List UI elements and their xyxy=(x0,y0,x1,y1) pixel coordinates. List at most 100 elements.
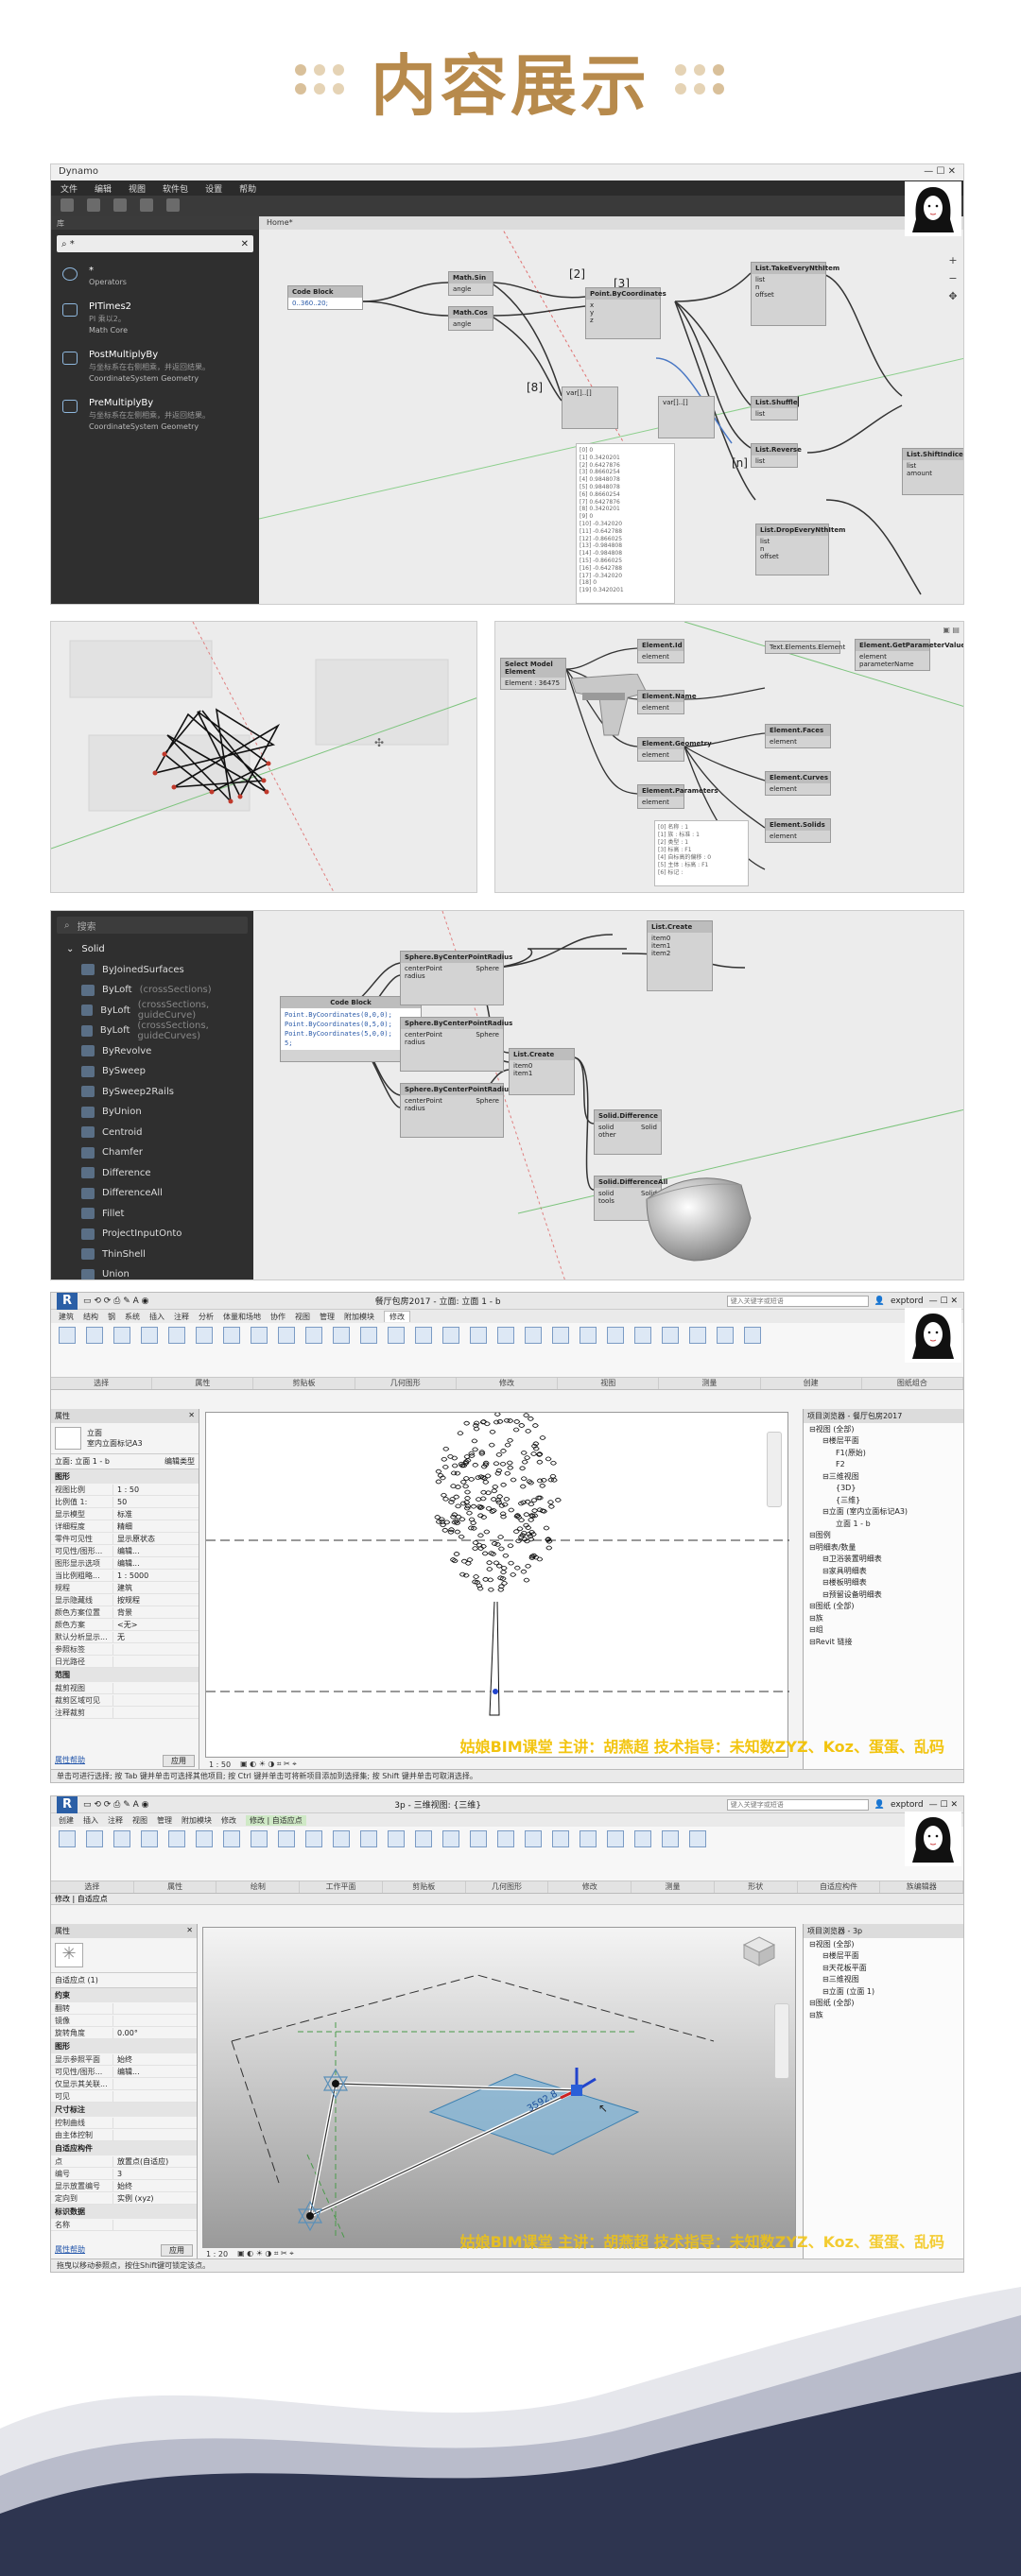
ribbon-tool-button[interactable] xyxy=(521,1327,545,1359)
library-tree-item[interactable]: ByRevolve xyxy=(51,1041,253,1062)
ribbon-tab[interactable]: 注释 xyxy=(174,1312,189,1322)
property-value[interactable]: 始终 xyxy=(113,2054,132,2065)
ribbon-tool-button[interactable] xyxy=(548,1830,573,1863)
expand-icon[interactable]: ⊟ xyxy=(822,1964,829,1972)
list-create-node[interactable]: List.Create item0 item1 xyxy=(509,1048,575,1095)
ribbon-tab[interactable]: 插入 xyxy=(83,1815,98,1826)
browser-item[interactable]: ⊟ 族 xyxy=(804,2009,963,2021)
ribbon-tab[interactable]: 分析 xyxy=(199,1312,214,1322)
window-controls[interactable]: — ☐ ✕ xyxy=(924,166,956,179)
open-file-icon[interactable] xyxy=(87,198,100,212)
sphere-node[interactable]: Sphere.ByCenterPointRadius centerPoint S… xyxy=(400,1083,512,1138)
ribbon-tab[interactable]: 创建 xyxy=(59,1815,74,1826)
pan-icon[interactable]: ✥ xyxy=(948,290,957,302)
ribbon-tool-button[interactable] xyxy=(302,1830,326,1863)
close-icon[interactable]: ✕ xyxy=(188,1411,195,1421)
list-take-every-node[interactable]: List.TakeEveryNthItem list n offset xyxy=(751,262,839,326)
expand-icon[interactable]: ⊟ xyxy=(809,1602,816,1610)
property-value[interactable]: 按规程 xyxy=(113,1595,140,1606)
ribbon-tool-button[interactable] xyxy=(466,1830,491,1863)
element-name-node[interactable]: Element.Name element xyxy=(637,690,697,714)
expand-icon[interactable]: ⊟ xyxy=(822,1567,829,1575)
property-row[interactable]: 颜色方案位置 背景 xyxy=(51,1606,199,1619)
property-row[interactable]: 显示放置编号 始终 xyxy=(51,2180,197,2192)
browser-item[interactable]: F2 xyxy=(804,1459,963,1471)
new-file-icon[interactable] xyxy=(61,198,74,212)
canvas-nav-controls[interactable]: ▣ ▤ xyxy=(943,626,960,634)
ribbon-tab[interactable]: 修改 | 自适应点 xyxy=(246,1814,306,1826)
ribbon-tool-button[interactable] xyxy=(302,1327,326,1359)
expand-icon[interactable]: ⊟ xyxy=(822,1507,829,1516)
code-block-node[interactable]: Code Block 0..360..20; xyxy=(287,285,363,310)
property-value[interactable]: 显示原状态 xyxy=(113,1534,155,1544)
menu-file[interactable]: 文件 xyxy=(61,182,78,195)
element-geometry-node[interactable]: Element.Geometry element xyxy=(637,737,712,762)
ribbon-tool-button[interactable] xyxy=(658,1830,683,1863)
ribbon-tab[interactable]: 协作 xyxy=(270,1312,286,1322)
apply-button[interactable]: 应用 xyxy=(163,1755,195,1767)
ribbon-tool-button[interactable] xyxy=(493,1830,518,1863)
property-value[interactable]: 始终 xyxy=(113,2181,132,2191)
undo-icon[interactable] xyxy=(140,198,153,212)
property-value[interactable]: 编辑... xyxy=(113,1546,140,1556)
window-controls[interactable]: — ☐ ✕ xyxy=(929,1800,958,1810)
edit-type-button[interactable]: 编辑类型 xyxy=(164,1456,195,1467)
library-item[interactable]: PITimes2 PI 乘以2。 Math Core xyxy=(51,294,259,342)
chevron-down-icon[interactable]: ⌄ xyxy=(66,944,74,954)
library-tree-item[interactable]: ByLoft (crossSections, guideCurves) xyxy=(51,1021,253,1041)
ribbon-tool-button[interactable] xyxy=(356,1327,381,1359)
user-icon[interactable]: 👤 xyxy=(874,1800,885,1810)
browser-item[interactable]: ⊟ 图纸 (全部) xyxy=(804,1601,963,1613)
expand-icon[interactable]: ⊟ xyxy=(822,1975,829,1984)
property-value[interactable]: 50 xyxy=(113,1498,127,1506)
ribbon-tool-button[interactable] xyxy=(466,1327,491,1359)
apply-button[interactable]: 应用 xyxy=(161,2244,193,2257)
ribbon-tool-button[interactable] xyxy=(603,1830,628,1863)
ribbon-tool-button[interactable] xyxy=(329,1327,354,1359)
sphere-node[interactable]: Sphere.ByCenterPointRadius centerPoint S… xyxy=(400,1017,512,1072)
properties-help-link[interactable]: 属性帮助 xyxy=(55,1755,85,1767)
browser-item[interactable]: ⊟ 楼层平面 xyxy=(804,1435,963,1448)
list-reverse-node[interactable]: List.Reverse list xyxy=(751,443,802,468)
browser-item[interactable]: ⊟ 族 xyxy=(804,1612,963,1624)
ribbon-tool-button[interactable] xyxy=(411,1830,436,1863)
library-search-input[interactable]: ⌕ 搜索 xyxy=(57,917,248,934)
library-item[interactable]: PreMultiplyBy 与坐标系在左侧相乘，并返回结果。 Coordinat… xyxy=(51,390,259,438)
ribbon-tool-button[interactable] xyxy=(685,1327,710,1359)
ribbon-tab[interactable]: 插入 xyxy=(149,1312,164,1322)
properties-help-link[interactable]: 属性帮助 xyxy=(55,2244,85,2257)
property-row[interactable]: 注释裁剪 xyxy=(51,1707,199,1719)
library-tree-item[interactable]: ByLoft (crossSections, guideCurve) xyxy=(51,1000,253,1021)
ribbon-tool-button[interactable] xyxy=(247,1830,271,1863)
property-value[interactable]: 标准 xyxy=(113,1509,132,1520)
property-value[interactable]: 0.00° xyxy=(113,2029,138,2037)
library-tree-item[interactable]: Fillet xyxy=(51,1204,253,1225)
quick-access-toolbar[interactable]: ▭ ⟲ ⟳ ⎙ ✎ A ◉ xyxy=(83,1297,149,1306)
property-value[interactable]: 建筑 xyxy=(113,1583,132,1593)
element-id-node[interactable]: Element.Id element xyxy=(637,639,684,663)
ribbon-tool-button[interactable] xyxy=(603,1327,628,1359)
property-value[interactable]: 背景 xyxy=(113,1607,132,1618)
property-row[interactable]: 可见性/图形... 编辑... xyxy=(51,2066,197,2078)
property-row[interactable]: 仅显示其关联... xyxy=(51,2078,197,2090)
ribbon-tool-button[interactable] xyxy=(192,1327,216,1359)
expand-icon[interactable]: ⊟ xyxy=(822,1590,829,1599)
ribbon-tool-button[interactable] xyxy=(82,1830,107,1863)
ribbon-tool-button[interactable] xyxy=(548,1327,573,1359)
browser-item[interactable]: ⊟ 立面 (立面 1) xyxy=(804,1985,963,1998)
expand-icon[interactable]: ⊟ xyxy=(809,1638,816,1646)
list-node[interactable]: var[]..[] xyxy=(562,386,618,429)
ribbon-tool-button[interactable] xyxy=(192,1830,216,1863)
expand-icon[interactable]: ⊟ xyxy=(809,1999,816,2007)
ribbon-tab[interactable]: 视图 xyxy=(132,1815,147,1826)
ribbon-tab[interactable]: 建筑 xyxy=(59,1312,74,1322)
browser-item[interactable]: ⊟ 视图 (全部) xyxy=(804,1423,963,1435)
property-row[interactable]: 点放置点(自适应) xyxy=(51,2155,197,2168)
property-row[interactable]: 可见性/图形... 编辑... xyxy=(51,1545,199,1557)
ribbon-tool-button[interactable] xyxy=(439,1830,463,1863)
property-row[interactable]: 旋转角度 0.00° xyxy=(51,2027,197,2039)
expand-icon[interactable]: ⊟ xyxy=(822,1436,829,1445)
expand-icon[interactable]: ⊟ xyxy=(809,1614,816,1623)
list-shuffle-node[interactable]: List.Shuffle list xyxy=(751,396,798,421)
property-row[interactable]: 裁剪视图 xyxy=(51,1682,199,1694)
